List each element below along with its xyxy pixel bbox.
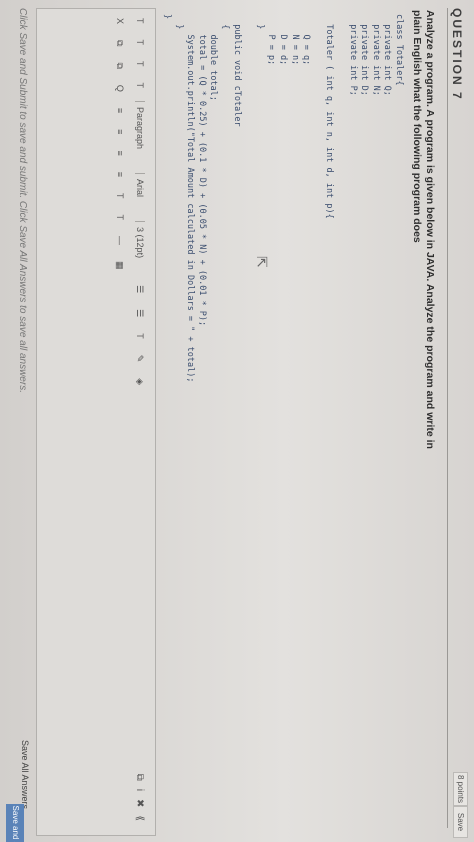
editor-icon-0[interactable]: ⧉	[134, 774, 145, 781]
toolbar-btn-1[interactable]: T	[135, 37, 145, 49]
instructions-note: Click Save and Submit to save and submit…	[17, 8, 28, 393]
question-page: QUESTION 7 8 points Save Analyze a progr…	[0, 0, 474, 842]
code-line: double total;	[208, 14, 219, 101]
toolbar-btn-10[interactable]: ✎	[135, 352, 146, 366]
code-line: private int Q;	[382, 14, 393, 96]
toolbar-btn-2-5[interactable]: ≡	[115, 126, 125, 137]
divider	[447, 8, 448, 828]
toolbar-btn-2-2[interactable]: ⧉	[115, 59, 126, 71]
mouse-cursor-icon: ⇱	[254, 256, 270, 268]
toolbar-btn-4[interactable]: Paragraph	[135, 101, 145, 164]
save-and-submit-button[interactable]: Save and Submit	[6, 804, 24, 842]
editor-toolbar-row-1: T T T T Paragraph Arial 3 (12pt) ☰ ☰ T ✎ ◈	[131, 15, 149, 388]
code-line: total = (Q * 0.25) + (0.1 * D) + (0.05 *…	[196, 14, 207, 327]
save-button[interactable]: Save	[453, 806, 468, 838]
toolbar-btn-2-6[interactable]: ≡	[115, 147, 125, 158]
code-line: private int D;	[359, 14, 370, 96]
editor-icon-1[interactable]: i	[134, 789, 145, 791]
code-line: D = d;	[278, 14, 289, 66]
toolbar-btn-2-8[interactable]: T	[115, 190, 125, 202]
toolbar-btn-8[interactable]: ☰	[135, 306, 146, 320]
toolbar-btn-2-4[interactable]: ≡	[115, 105, 125, 116]
code-line: }	[254, 14, 265, 30]
code-line: public void cTotaler	[231, 14, 242, 127]
code-line: Q = q;	[301, 14, 312, 66]
toolbar-btn-3[interactable]: T	[135, 80, 145, 92]
editor-icon-2[interactable]: ✖	[134, 799, 145, 807]
code-line: private int N;	[370, 14, 381, 96]
answer-editor[interactable]: T T T T Paragraph Arial 3 (12pt) ☰ ☰ T ✎ ◈ X ⧉ ⧉ Q ≡ ≡ ≡ ≡…	[36, 8, 156, 836]
toolbar-btn-2-3[interactable]: Q	[115, 82, 125, 95]
code-line: Totaler ( int q, int n, int d, int p){	[324, 14, 335, 219]
toolbar-btn-2-11[interactable]: ▦	[115, 258, 126, 273]
toolbar-btn-2-1[interactable]: ⧉	[115, 37, 126, 49]
toolbar-btn-11[interactable]: ◈	[135, 375, 146, 388]
editor-icon-3[interactable]: ⟪	[134, 815, 145, 821]
code-block: class Totaler{ private int Q; private in…	[161, 14, 404, 382]
save-all-answers-button[interactable]: Save All Answers	[20, 740, 30, 809]
code-line: N = n;	[289, 14, 300, 66]
points-badge: 8 points	[453, 772, 468, 806]
code-line: System.out.println("Total Amount calcula…	[185, 14, 196, 383]
toolbar-btn-9[interactable]: T	[135, 330, 145, 342]
code-line: }	[162, 14, 173, 20]
editor-toolbar-row-2: X ⧉ ⧉ Q ≡ ≡ ≡ ≡ T T — ▦	[111, 15, 129, 272]
editor-toolbar-right: ⧉ i ✖ ⟪	[134, 774, 145, 821]
code-line: }	[173, 14, 184, 30]
toolbar-btn-2[interactable]: T	[135, 58, 145, 70]
toolbar-btn-2-9[interactable]: T	[115, 211, 125, 223]
code-line: {	[220, 14, 231, 30]
question-prompt: Analyze a program. A program is given be…	[411, 10, 436, 449]
toolbar-btn-6[interactable]: 3 (12pt)	[135, 221, 145, 273]
code-line: class Totaler{	[394, 14, 404, 86]
code-line: private int P;	[347, 14, 358, 96]
toolbar-btn-2-10[interactable]: —	[115, 233, 125, 248]
toolbar-btn-2-7[interactable]: ≡	[115, 169, 125, 180]
toolbar-btn-5[interactable]: Arial	[135, 173, 145, 212]
toolbar-btn-0[interactable]: T	[135, 15, 145, 27]
question-heading: QUESTION 7	[450, 8, 464, 101]
toolbar-btn-2-0[interactable]: X	[115, 15, 125, 27]
code-line: P = p;	[266, 14, 277, 66]
toolbar-btn-7[interactable]: ☰	[135, 282, 146, 296]
